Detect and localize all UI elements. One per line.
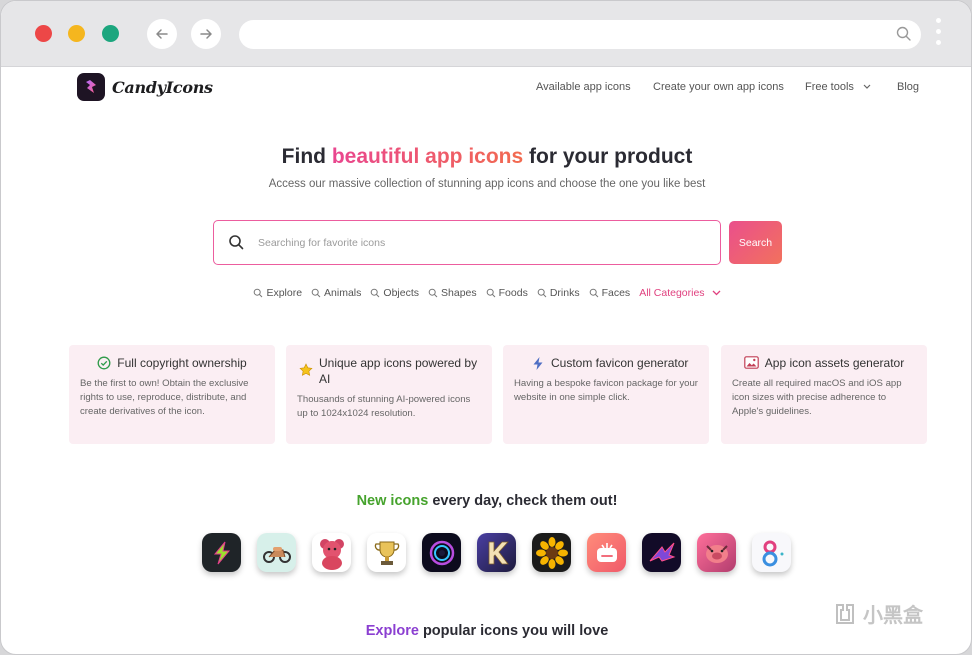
arrow-right-icon — [200, 29, 212, 39]
letter-k-app-icon[interactable] — [477, 533, 516, 572]
category-list: Explore Animals Objects Shapes Foods Dri… — [1, 287, 971, 299]
feature-description: Thousands of stunning AI-powered icons u… — [297, 394, 471, 419]
image-icon — [743, 356, 759, 369]
category-foods[interactable]: Foods — [486, 287, 528, 299]
back-button[interactable] — [147, 19, 177, 49]
search-icon — [896, 26, 911, 41]
feature-description: Be the first to own! Obtain the exclusiv… — [80, 378, 249, 417]
chevron-down-icon — [863, 84, 871, 89]
robot-app-icon[interactable] — [587, 533, 626, 572]
search-icon — [428, 288, 438, 298]
all-categories-dropdown[interactable]: All Categories — [639, 287, 721, 299]
feature-card-favicon: Custom favicon generator Having a bespok… — [503, 345, 709, 444]
explore-heading: Explore popular icons you will love — [1, 623, 971, 639]
feature-title: Full copyright ownership — [117, 356, 247, 370]
category-faces[interactable]: Faces — [589, 287, 631, 299]
category-explore[interactable]: Explore — [253, 287, 302, 299]
chevron-down-icon — [712, 290, 721, 296]
logo-text: CandyIcons — [112, 77, 213, 97]
search-icon — [311, 288, 321, 298]
category-animals[interactable]: Animals — [311, 287, 361, 299]
site-logo[interactable]: CandyIcons — [77, 73, 213, 101]
feature-description: Having a bespoke favicon package for you… — [514, 378, 698, 403]
browser-window: CandyIcons Available app icons Create yo… — [0, 0, 972, 655]
search-icon — [371, 288, 380, 298]
candy-logo-icon — [77, 73, 105, 101]
title-after: for your product — [523, 145, 693, 168]
category-label: Drinks — [549, 287, 580, 299]
nav-blog[interactable]: Blog — [897, 81, 919, 93]
nav-available-app-icons[interactable]: Available app icons — [536, 81, 631, 93]
page-subtitle: Access our massive collection of stunnin… — [268, 178, 706, 190]
all-categories-label: All Categories — [639, 287, 705, 299]
feature-card-header: App icon assets generator — [732, 355, 916, 371]
number-8-app-icon[interactable] — [752, 533, 791, 572]
lightning-app-icon[interactable] — [202, 533, 241, 572]
feature-card-assets: App icon assets generator Create all req… — [721, 345, 927, 444]
address-bar[interactable] — [239, 20, 921, 49]
feature-card-copyright: Full copyright ownership Be the first to… — [69, 345, 275, 444]
watermark-logo-icon — [836, 603, 854, 624]
feature-card-ai: Unique app icons powered by AI Thousands… — [286, 345, 492, 444]
trophy-app-icon[interactable] — [367, 533, 406, 572]
browser-toolbar — [1, 1, 971, 67]
page-title: Find beautiful app icons for your produc… — [1, 145, 971, 169]
menu-dot-icon — [936, 29, 941, 34]
forward-button[interactable] — [191, 19, 221, 49]
category-drinks[interactable]: Drinks — [537, 287, 580, 299]
feature-title: Custom favicon generator — [551, 356, 689, 370]
teddy-bear-app-icon[interactable] — [312, 533, 351, 572]
feature-title: Unique app icons powered by AI — [319, 356, 478, 386]
arrow-left-icon — [156, 29, 168, 39]
maximize-window-button[interactable] — [102, 25, 119, 42]
nav-create-app-icons[interactable]: Create your own app icons — [653, 81, 784, 93]
minimize-window-button[interactable] — [68, 25, 85, 42]
search-icon — [537, 288, 547, 298]
bird-app-icon[interactable] — [642, 533, 681, 572]
sunflower-app-icon[interactable] — [532, 533, 571, 572]
search-input[interactable] — [258, 233, 698, 253]
category-label: Explore — [266, 287, 303, 299]
new-icons-highlight: New icons — [356, 493, 429, 509]
feature-card-header: Unique app icons powered by AI — [297, 355, 481, 387]
feature-card-header: Custom favicon generator — [514, 355, 698, 371]
explore-highlight: Explore — [365, 623, 419, 639]
pig-app-icon[interactable] — [697, 533, 736, 572]
menu-dot-icon — [936, 40, 941, 45]
category-label: Objects — [383, 287, 420, 299]
search-icon — [589, 288, 598, 298]
search-icon — [486, 288, 495, 298]
lightning-icon — [533, 357, 543, 370]
category-shapes[interactable]: Shapes — [428, 287, 477, 299]
search-icon — [254, 288, 263, 298]
watermark-text: 小黑盒 — [863, 605, 923, 627]
lens-app-icon[interactable] — [422, 533, 461, 572]
search-button[interactable]: Search — [729, 221, 782, 264]
close-window-button[interactable] — [35, 25, 52, 42]
watermark: 小黑盒 — [833, 599, 923, 628]
check-circle-icon — [97, 356, 111, 370]
menu-dot-icon — [936, 18, 941, 23]
new-icons-rest: every day, check them out! — [428, 493, 618, 509]
category-objects[interactable]: Objects — [370, 287, 419, 299]
feature-description: Create all required macOS and iOS app ic… — [732, 378, 902, 417]
category-label: Animals — [324, 287, 362, 299]
nav-free-tools-label: Free tools — [805, 81, 854, 93]
new-icons-heading: New icons every day, check them out! — [1, 493, 971, 509]
motorcycle-app-icon[interactable] — [257, 533, 296, 572]
nav-free-tools[interactable]: Free tools — [805, 81, 871, 93]
browser-menu-button[interactable] — [936, 18, 942, 50]
new-icons-row — [202, 533, 791, 572]
title-before: Find — [281, 145, 332, 168]
explore-rest: popular icons you will love — [418, 623, 609, 639]
search-icon — [229, 235, 244, 250]
star-icon — [299, 363, 313, 376]
category-label: Faces — [601, 287, 631, 299]
title-highlight: beautiful app icons — [331, 145, 524, 168]
feature-card-header: Full copyright ownership — [80, 355, 264, 371]
category-label: Shapes — [441, 287, 477, 299]
search-field[interactable] — [213, 220, 721, 265]
category-label: Foods — [498, 287, 528, 299]
feature-title: App icon assets generator — [764, 356, 905, 370]
